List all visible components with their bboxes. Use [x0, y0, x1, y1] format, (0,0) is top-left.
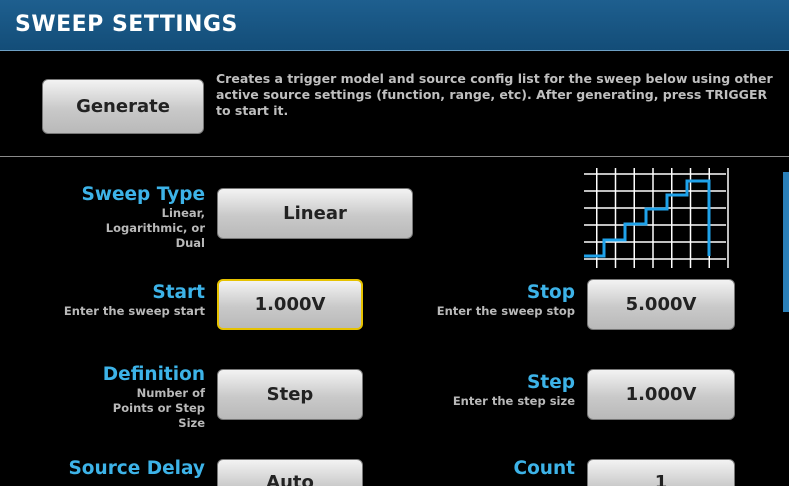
count-label-block: Count [380, 458, 575, 480]
sweep-type-button[interactable]: Linear [217, 188, 413, 239]
generate-button[interactable]: Generate [42, 79, 204, 134]
page-title: SWEEP SETTINGS [15, 12, 238, 37]
step-button[interactable]: 1.000V [587, 369, 735, 420]
sweep-settings-screen: SWEEP SETTINGS Generate Creates a trigge… [0, 0, 789, 486]
step-label-block: Step Enter the step size [380, 372, 575, 409]
definition-button[interactable]: Step [217, 369, 363, 420]
start-button[interactable]: 1.000V [217, 279, 363, 330]
step-label: Step [527, 372, 575, 393]
stop-button[interactable]: 5.000V [587, 279, 735, 330]
definition-label: Definition [102, 364, 205, 385]
definition-label-block: Definition Number of Points or Step Size [0, 364, 205, 431]
start-label-block: Start Enter the sweep start [0, 282, 205, 319]
divider [0, 156, 789, 157]
graph-grid [584, 168, 729, 268]
definition-hint: Number of Points or Step Size [112, 386, 205, 430]
step-hint: Enter the step size [452, 394, 575, 408]
generate-description: Creates a trigger model and source confi… [216, 71, 773, 118]
stop-label: Stop [526, 282, 575, 303]
source-delay-label: Source Delay [68, 458, 205, 479]
count-label: Count [513, 458, 575, 479]
stop-label-block: Stop Enter the sweep stop [380, 282, 575, 319]
count-button[interactable]: 1 [587, 459, 735, 486]
sweep-type-label: Sweep Type [81, 184, 205, 205]
sweep-type-hint: Linear, Logarithmic, or Dual [105, 206, 205, 250]
stop-hint: Enter the sweep stop [436, 304, 575, 318]
scrollbar[interactable] [783, 172, 789, 312]
header-bar: SWEEP SETTINGS [0, 0, 789, 51]
start-label: Start [152, 282, 205, 303]
sweep-type-label-block: Sweep Type Linear, Logarithmic, or Dual [0, 184, 205, 251]
source-delay-button[interactable]: Auto [217, 459, 363, 486]
source-delay-label-block: Source Delay [0, 458, 205, 480]
sweep-preview-graph [584, 168, 729, 268]
start-hint: Enter the sweep start [63, 304, 205, 318]
